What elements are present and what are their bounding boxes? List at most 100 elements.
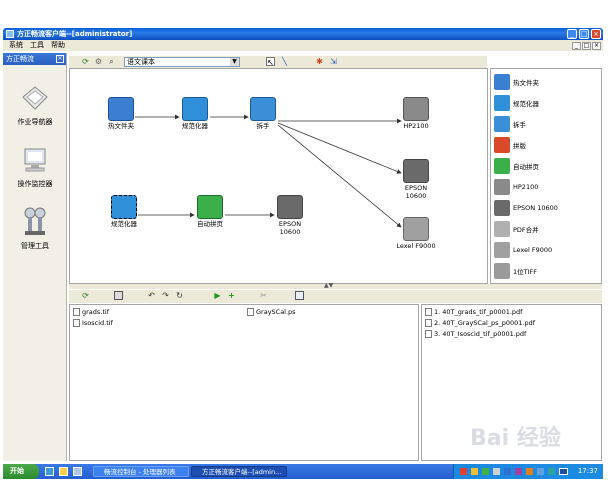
palette-hp2100[interactable]: HP2100 bbox=[494, 178, 538, 196]
tray-icon[interactable] bbox=[526, 468, 533, 475]
tray-icon[interactable] bbox=[515, 468, 522, 475]
tray-icon[interactable] bbox=[537, 468, 544, 475]
list-item[interactable]: 1. 40T_grads_tif_p0001.pdf bbox=[425, 308, 522, 316]
plotter-icon bbox=[403, 159, 429, 183]
ime-icon[interactable] bbox=[559, 468, 568, 475]
menu-bar: 系统 工具 帮助 _ □ × bbox=[3, 40, 603, 51]
menu-help[interactable]: 帮助 bbox=[51, 41, 65, 50]
splitter-icon bbox=[250, 97, 276, 121]
normalizer-icon bbox=[182, 97, 208, 121]
window-title: 方正畅流客户端--[administrator] bbox=[17, 30, 133, 38]
palette-imposition[interactable]: 拼版 bbox=[494, 136, 526, 154]
tray-icon[interactable] bbox=[482, 468, 489, 475]
refresh-icon[interactable]: ⟳ bbox=[81, 291, 90, 300]
hotfolder-icon bbox=[108, 97, 134, 121]
nav-operation-monitor[interactable]: 操作监控器 bbox=[3, 145, 67, 189]
undo-icon[interactable]: ↶ bbox=[147, 291, 156, 300]
navigator-icon bbox=[22, 86, 48, 110]
reload-icon[interactable]: ↻ bbox=[175, 291, 184, 300]
left-panel-header: 方正畅流 × bbox=[3, 53, 66, 65]
node-epson-1[interactable]: EPSON 10600 bbox=[388, 159, 444, 200]
imposition-icon bbox=[494, 137, 510, 153]
splitter-icon bbox=[494, 116, 510, 132]
process-combo[interactable]: 语文课本 ▼ bbox=[124, 57, 240, 67]
add-icon[interactable]: + bbox=[227, 291, 236, 300]
list-item[interactable]: 2. 40T_GraySCal_ps_p0001.pdf bbox=[425, 319, 535, 327]
job-toolbar: ⟳ ↶ ↷ ↻ ▶ + ✂ bbox=[69, 290, 602, 303]
tray-icon[interactable] bbox=[548, 468, 555, 475]
export-icon[interactable]: ⇲ bbox=[329, 57, 338, 66]
mdi-close-button[interactable]: × bbox=[592, 42, 601, 50]
flow-canvas[interactable]: 热文件夹 规范化器 拆手 HP2100 EPSON 10600 Lexel F9… bbox=[69, 68, 488, 284]
tray-icon[interactable] bbox=[460, 468, 467, 475]
ie-icon[interactable] bbox=[45, 467, 54, 476]
node-hp2100[interactable]: HP2100 bbox=[390, 97, 442, 130]
printer-icon bbox=[494, 179, 510, 195]
system-tray: 17:37 bbox=[453, 464, 603, 479]
refresh-icon[interactable]: ⟳ bbox=[81, 57, 90, 66]
tray-icon[interactable] bbox=[493, 468, 500, 475]
menu-tools[interactable]: 工具 bbox=[30, 41, 44, 50]
list-item[interactable]: 3. 40T_Isoscid_tif_p0001.pdf bbox=[425, 330, 526, 338]
clock: 17:37 bbox=[577, 467, 598, 475]
flow-toolbar: ⟳ ⚙ ⌕ 语文课本 ▼ ↖ ╲ ✱ ⇲ bbox=[69, 56, 487, 68]
redo-icon[interactable]: ↷ bbox=[161, 291, 170, 300]
palette-lexel[interactable]: Lexel F9000 bbox=[494, 241, 552, 259]
palette-epson[interactable]: EPSON 10600 bbox=[494, 199, 558, 217]
maximize-button[interactable]: □ bbox=[579, 29, 589, 39]
desktop-icon[interactable] bbox=[73, 467, 82, 476]
folder-icon[interactable] bbox=[59, 467, 68, 476]
pane-splitter[interactable]: ▲▼ bbox=[69, 282, 602, 289]
left-panel-title: 方正畅流 bbox=[6, 55, 34, 63]
minimize-button[interactable]: _ bbox=[567, 29, 577, 39]
list-item[interactable]: GraySCal.ps bbox=[247, 308, 296, 316]
nav-job-navigator[interactable]: 作业导航器 bbox=[3, 83, 67, 127]
view-icon[interactable] bbox=[114, 291, 123, 300]
node-normalizer-2[interactable]: 规范化器 bbox=[98, 195, 150, 228]
left-panel: 方正畅流 × 作业导航器 操作监控器 管理工具 bbox=[3, 53, 67, 461]
panel-close-icon[interactable]: × bbox=[56, 55, 64, 63]
input-file-list[interactable]: grads.tif GraySCal.ps Isoscid.tif bbox=[69, 304, 419, 461]
file-icon bbox=[73, 319, 80, 327]
task-client[interactable]: 方正畅流客户端--[admin... bbox=[191, 466, 287, 477]
list-item[interactable]: grads.tif bbox=[73, 308, 109, 316]
node-hotfolder[interactable]: 热文件夹 bbox=[96, 97, 146, 130]
task-console[interactable]: 畅流控制台 - 处理器列表 bbox=[93, 466, 189, 477]
node-splitter[interactable]: 拆手 bbox=[238, 97, 288, 130]
tools-icon bbox=[24, 207, 46, 235]
preview-icon[interactable] bbox=[295, 291, 304, 300]
node-epson-2[interactable]: EPSON 10600 bbox=[262, 195, 318, 236]
palette-tiff[interactable]: 1位TIFF bbox=[494, 262, 537, 280]
pointer-icon[interactable]: ↖ bbox=[266, 57, 275, 67]
play-icon[interactable]: ▶ bbox=[213, 291, 222, 300]
delete-icon[interactable]: ✂ bbox=[259, 291, 268, 300]
window-titlebar[interactable]: 方正畅流客户端--[administrator] _ □ × bbox=[3, 28, 603, 40]
search-icon[interactable]: ⌕ bbox=[107, 57, 116, 66]
node-normalizer-1[interactable]: 规范化器 bbox=[168, 97, 222, 130]
tray-icon[interactable] bbox=[504, 468, 511, 475]
normalizer-icon bbox=[111, 195, 137, 219]
menu-system[interactable]: 系统 bbox=[9, 41, 23, 50]
list-item[interactable]: Isoscid.tif bbox=[73, 319, 113, 327]
mdi-minimize-button[interactable]: _ bbox=[572, 42, 581, 50]
tray-icon[interactable] bbox=[471, 468, 478, 475]
palette-normalizer[interactable]: 规范化器 bbox=[494, 94, 539, 112]
start-button[interactable]: 开始 bbox=[3, 464, 39, 479]
settings-icon[interactable]: ⚙ bbox=[94, 57, 103, 66]
palette-splitter[interactable]: 拆手 bbox=[494, 115, 526, 133]
node-auto-imposer[interactable]: 自动拼页 bbox=[184, 195, 236, 228]
palette-auto-impose[interactable]: 自动拼页 bbox=[494, 157, 539, 175]
chevron-down-icon[interactable]: ▼ bbox=[230, 58, 239, 66]
palette-pdf-merge[interactable]: PDF合并 bbox=[494, 220, 539, 238]
close-button[interactable]: × bbox=[591, 29, 601, 39]
node-lexel[interactable]: Lexel F9000 bbox=[388, 217, 444, 250]
pdf-file-icon bbox=[425, 319, 432, 327]
collapse-arrows-icon[interactable]: ▲▼ bbox=[324, 282, 333, 289]
connector-icon[interactable]: ╲ bbox=[280, 57, 289, 66]
nav-admin-tools[interactable]: 管理工具 bbox=[3, 205, 67, 251]
mdi-restore-button[interactable]: □ bbox=[582, 42, 591, 50]
palette-hotfolder[interactable]: 热文件夹 bbox=[494, 73, 539, 91]
auto-impose-icon bbox=[197, 195, 223, 219]
taskbar: 开始 畅流控制台 - 处理器列表 方正畅流客户端--[admin... 17:3… bbox=[3, 464, 603, 479]
bug-icon[interactable]: ✱ bbox=[315, 57, 324, 66]
